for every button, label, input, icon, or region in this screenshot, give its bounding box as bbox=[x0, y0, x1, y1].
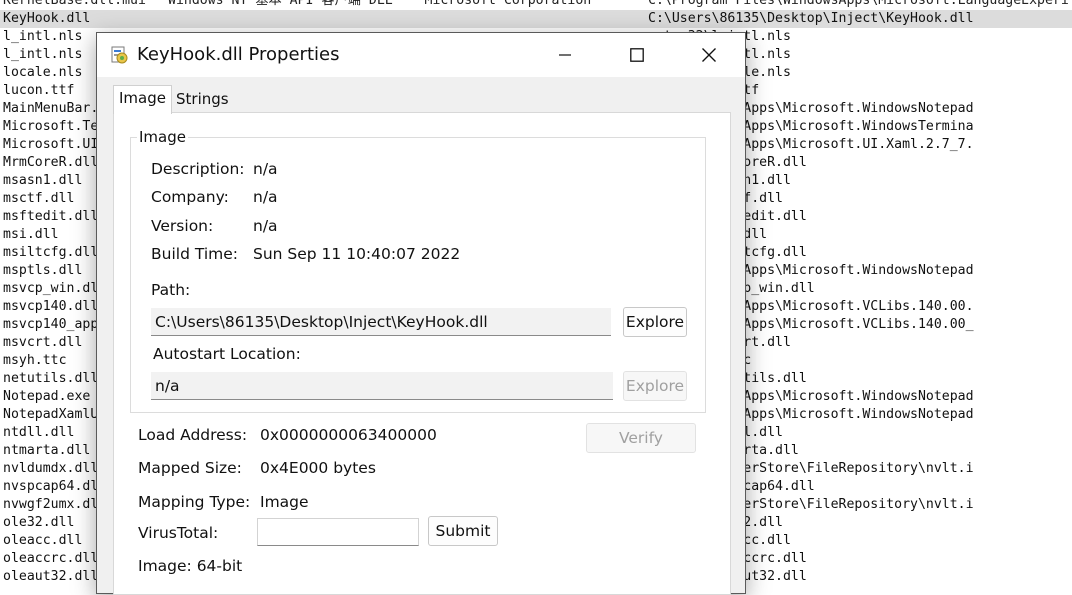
row-name: msi.dll bbox=[3, 227, 59, 242]
build-time-value: Sun Sep 11 10:40:07 2022 bbox=[253, 245, 461, 263]
virustotal-label: VirusTotal: bbox=[138, 524, 219, 542]
maximize-button[interactable] bbox=[613, 33, 661, 77]
row-company-text: Microsoft Corporation bbox=[424, 0, 592, 8]
row-name: Microsoft.Te bbox=[3, 119, 99, 134]
close-icon bbox=[702, 48, 716, 62]
path-label: Path: bbox=[151, 281, 191, 299]
autostart-label: Autostart Location: bbox=[153, 345, 301, 363]
row-name: KeyHook.dll bbox=[3, 11, 91, 26]
load-address-value: 0x0000000063400000 bbox=[260, 426, 437, 444]
row-description: Windows NT 基本 API 客户端 DLL Microsoft Corp… bbox=[168, 0, 591, 10]
image-tab-panel: Image Description: n/a Company: n/a Vers… bbox=[113, 112, 731, 595]
row-name: nvwgf2umx.dl bbox=[3, 497, 99, 512]
row-path: C:\Program Files\WindowsApps\Microsoft.L… bbox=[648, 0, 1069, 8]
image-groupbox: Image Description: n/a Company: n/a Vers… bbox=[130, 128, 706, 413]
row-name: nvldumdx.dll bbox=[3, 461, 99, 476]
mapping-type-value: Image bbox=[260, 493, 309, 511]
virustotal-result-field[interactable] bbox=[257, 518, 419, 546]
row-name: msyh.ttc bbox=[3, 353, 67, 368]
row-name: msvcrt.dll bbox=[3, 335, 83, 350]
verify-button[interactable]: Verify bbox=[586, 423, 696, 453]
list-row[interactable]: KeyHook.dll C:\Users\86135\Desktop\Inject… bbox=[0, 10, 1072, 28]
minimize-button[interactable] bbox=[541, 33, 589, 77]
maximize-icon bbox=[630, 48, 644, 62]
close-button[interactable] bbox=[685, 33, 733, 77]
row-name: msctf.dll bbox=[3, 191, 75, 206]
description-value: n/a bbox=[253, 160, 278, 178]
explore-path-button[interactable]: Explore bbox=[623, 307, 687, 337]
row-name: oleaut32.dll bbox=[3, 569, 99, 584]
row-name: l_intl.nls bbox=[3, 29, 83, 44]
row-name: ntmarta.dll bbox=[3, 443, 91, 458]
version-label: Version: bbox=[151, 217, 214, 235]
load-address-label: Load Address: bbox=[138, 426, 248, 444]
row-name: MrmCoreR.dll bbox=[3, 155, 99, 170]
row-name: l_intl.nls bbox=[3, 47, 83, 62]
company-value: n/a bbox=[253, 188, 278, 206]
row-name: nvspcap64.dl bbox=[3, 479, 99, 494]
path-field[interactable]: C:\Users\86135\Desktop\Inject\KeyHook.dl… bbox=[151, 308, 611, 336]
submit-button[interactable]: Submit bbox=[428, 516, 498, 546]
row-name: msptls.dll bbox=[3, 263, 83, 278]
list-row-top[interactable]: KernelBase.dll.mui Windows NT 基本 API 客户端… bbox=[0, 0, 1072, 10]
tab-strings[interactable]: Strings bbox=[171, 87, 234, 112]
autostart-field[interactable]: n/a bbox=[151, 372, 613, 400]
version-value: n/a bbox=[253, 217, 278, 235]
tab-image[interactable]: Image bbox=[113, 85, 172, 114]
row-name: msiltcfg.dll bbox=[3, 245, 99, 260]
row-name: ole32.dll bbox=[3, 515, 75, 530]
mapped-size-label: Mapped Size: bbox=[138, 459, 242, 477]
groupbox-title: Image bbox=[137, 128, 188, 146]
row-name: ntdll.dll bbox=[3, 425, 75, 440]
row-name: locale.nls bbox=[3, 65, 83, 80]
row-name: msvcp_win.dl bbox=[3, 281, 99, 296]
mapping-type-label: Mapping Type: bbox=[138, 493, 251, 511]
properties-dialog: KeyHook.dll Properties Image Strings Ima… bbox=[96, 32, 746, 595]
row-name: lucon.ttf bbox=[3, 83, 75, 98]
row-path: C:\Users\86135\Desktop\Inject\KeyHook.dl… bbox=[648, 11, 974, 26]
row-name: MainMenuBar. bbox=[3, 101, 99, 116]
dll-app-icon bbox=[109, 45, 129, 65]
explore-autostart-button[interactable]: Explore bbox=[623, 371, 687, 401]
row-name: oleacc.dll bbox=[3, 533, 83, 548]
row-name: Microsoft.UI bbox=[3, 137, 99, 152]
company-label: Company: bbox=[151, 188, 229, 206]
title-bar[interactable]: KeyHook.dll Properties bbox=[97, 33, 745, 77]
dialog-title: KeyHook.dll Properties bbox=[137, 44, 340, 65]
description-label: Description: bbox=[151, 160, 245, 178]
row-name: Notepad.exe bbox=[3, 389, 91, 404]
row-name: KernelBase.dll.mui bbox=[3, 0, 146, 8]
image-bitness: Image: 64-bit bbox=[138, 557, 243, 575]
dialog-client: Image Strings Image Description: n/a Com… bbox=[97, 77, 745, 595]
row-name: msvcp140.dll bbox=[3, 299, 99, 314]
row-name: msftedit.dll bbox=[3, 209, 99, 224]
row-name: NotepadXamlU bbox=[3, 407, 99, 422]
build-time-label: Build Time: bbox=[151, 245, 238, 263]
row-description-text: Windows NT 基本 API 客户端 DLL bbox=[168, 0, 393, 8]
row-name: netutils.dll bbox=[3, 371, 99, 386]
row-name: oleaccrc.dll bbox=[3, 551, 99, 566]
minimize-icon bbox=[559, 54, 571, 56]
mapped-size-value: 0x4E000 bytes bbox=[260, 459, 376, 477]
row-name: msvcp140_app bbox=[3, 317, 99, 332]
row-name: msasn1.dll bbox=[3, 173, 83, 188]
